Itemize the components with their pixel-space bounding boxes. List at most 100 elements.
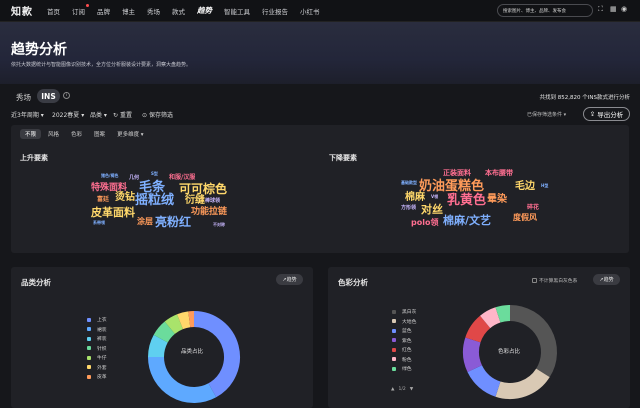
donut-slice[interactable] (148, 356, 217, 403)
legend-item[interactable]: 针织 (87, 344, 107, 354)
dimension-tab[interactable]: 色彩 (66, 129, 87, 139)
cloud-word[interactable]: 对丝 (421, 204, 443, 215)
nav-item[interactable]: 款式 (172, 6, 185, 16)
info-icon[interactable]: i (63, 92, 70, 99)
cloud-word[interactable]: 正装面料 (443, 170, 471, 177)
donut-slice[interactable] (467, 364, 501, 397)
legend-pager[interactable]: ▲ 1/2 ▼ (391, 387, 413, 392)
nav-item[interactable]: 智能工具 (224, 6, 250, 16)
grid-icon[interactable]: ▦ (610, 5, 617, 13)
donut-slice[interactable] (465, 315, 491, 343)
nav-item[interactable]: 趋势 (197, 5, 212, 16)
donut-slice[interactable] (164, 314, 184, 335)
cloud-word[interactable]: 棒球领 (205, 199, 220, 204)
cloud-word[interactable]: 晕染 (487, 195, 507, 205)
color-trend-button[interactable]: ↗ 趋势 (593, 274, 620, 285)
cloud-word[interactable]: 乳黄色 (447, 194, 486, 207)
donut-slice[interactable] (153, 321, 176, 343)
legend-item[interactable]: 皮革 (87, 372, 107, 382)
legend-item[interactable]: 上衣 (87, 315, 107, 325)
cloud-word[interactable]: 几何 (129, 176, 139, 181)
cloud-word[interactable]: 系带领 (93, 221, 105, 225)
dimension-tab[interactable]: 更多维度 ▾ (112, 129, 149, 139)
cloud-word[interactable]: 摇粒绒 (135, 194, 174, 207)
cloud-word[interactable]: 棉麻 (405, 193, 425, 203)
cloud-word[interactable]: H型 (541, 184, 548, 188)
dimension-tab[interactable]: 风格 (43, 129, 64, 139)
save-filter-button[interactable]: ⊙ 保存筛选 (142, 110, 173, 119)
donut-slice[interactable] (480, 307, 501, 329)
legend-item[interactable]: 大地色 (392, 317, 416, 327)
legend-item[interactable]: 绿色 (392, 364, 416, 374)
legend-swatch (392, 319, 396, 324)
app-logo[interactable]: 知款 (11, 3, 33, 18)
cloud-word[interactable]: 本布腰带 (485, 170, 513, 177)
legend-swatch (392, 357, 396, 362)
cloud-word[interactable]: 度假风 (513, 214, 537, 222)
dimension-tab[interactable]: 图案 (89, 129, 110, 139)
tab-show[interactable]: 秀场 (16, 92, 31, 103)
donut-slice[interactable] (463, 337, 483, 373)
cloud-word[interactable]: 皮革面料 (91, 207, 135, 218)
legend-item[interactable]: 外套 (87, 363, 107, 373)
export-button[interactable]: ⇪ 导出分析 (583, 107, 630, 121)
nav-item[interactable]: 小红书 (300, 6, 320, 16)
legend-item[interactable]: 蓝色 (392, 326, 416, 336)
cloud-word[interactable]: 方形领 (401, 206, 416, 211)
nav-item[interactable]: 行业报告 (262, 6, 288, 16)
exclude-neutral-checkbox[interactable]: 不计算黑白灰色系 (532, 277, 577, 284)
avatar[interactable]: ◉ (621, 5, 627, 13)
donut-slice[interactable] (509, 305, 557, 378)
cloud-word[interactable]: 和服/汉服 (169, 175, 195, 181)
saved-filters-dropdown[interactable]: 已保存筛选条件 ▾ (527, 111, 566, 118)
donut-slice[interactable] (148, 334, 168, 358)
legend-item[interactable]: 裤装 (87, 334, 107, 344)
pager-prev-icon[interactable]: ▲ (391, 387, 394, 392)
cloud-word[interactable]: S型 (151, 172, 158, 176)
cloud-word[interactable]: 功能拉链 (191, 208, 227, 217)
cloud-word[interactable]: 衍缝 (185, 196, 205, 206)
donut-slice[interactable] (495, 305, 511, 323)
period-dropdown[interactable]: 近3年周期 ▾ (11, 110, 44, 119)
nav-item[interactable]: 订阅 (72, 3, 89, 16)
nav-item[interactable]: 秀场 (147, 6, 160, 16)
legend-item[interactable]: 牛仔 (87, 353, 107, 363)
cloud-word[interactable]: 不对称 (213, 223, 225, 227)
nav-item[interactable]: 博主 (122, 6, 135, 16)
cloud-word[interactable]: 亮粉红 (155, 216, 191, 228)
season-dropdown[interactable]: 2022春夏 ▾ (52, 110, 84, 119)
category-trend-button[interactable]: ↗ 趋势 (276, 274, 303, 285)
nav-item[interactable]: 首页 (47, 6, 60, 16)
cloud-word[interactable]: 毛边 (515, 182, 535, 192)
cloud-word[interactable]: polo领 (411, 219, 438, 227)
cloud-word[interactable]: 棉麻/文艺 (443, 215, 491, 226)
category-panel-title: 品类分析 (21, 278, 51, 287)
cloud-word[interactable]: 基础款型 (401, 181, 417, 185)
nav-item[interactable]: 品牌 (97, 6, 110, 16)
cloud-word[interactable]: 奶油蛋糕色 (419, 180, 484, 193)
category-legend: 上衣 裙装 裤装 针织 牛仔 外套 皮革 (87, 315, 107, 382)
search-input[interactable]: 搜索图片、博主、品牌、发布会 (497, 4, 593, 17)
legend-item[interactable]: 黑白灰 (392, 307, 416, 317)
cloud-word[interactable]: 可可棕色 (179, 183, 227, 195)
category-dropdown[interactable]: 品类 ▾ (90, 110, 107, 119)
cloud-word[interactable]: V领 (431, 195, 438, 199)
legend-item[interactable]: 红色 (392, 345, 416, 355)
cloud-word[interactable]: 碎花 (527, 205, 539, 211)
cloud-word[interactable]: 猪色/褐色 (101, 174, 118, 178)
reset-button[interactable]: ↻ 重置 (113, 110, 132, 119)
legend-item[interactable]: 粉色 (392, 355, 416, 365)
legend-item[interactable]: 紫色 (392, 336, 416, 346)
camera-scan-icon[interactable]: ⛶ (598, 5, 603, 14)
legend-item[interactable]: 裙装 (87, 325, 107, 335)
cloud-word[interactable]: 涂层 (137, 218, 153, 226)
donut-slice[interactable] (177, 311, 191, 330)
donut-slice[interactable] (495, 368, 550, 399)
cloud-word[interactable]: 富廷 (97, 197, 109, 203)
tab-ins[interactable]: INS (37, 89, 60, 103)
cloud-word[interactable]: 烫钻 (115, 193, 135, 203)
pager-next-icon[interactable]: ▼ (410, 387, 413, 392)
dimension-tab[interactable]: 不限 (20, 129, 42, 139)
legend-swatch (87, 374, 91, 379)
color-legend: 黑白灰 大地色 蓝色 紫色 红色 粉色 绿色 (392, 307, 416, 374)
